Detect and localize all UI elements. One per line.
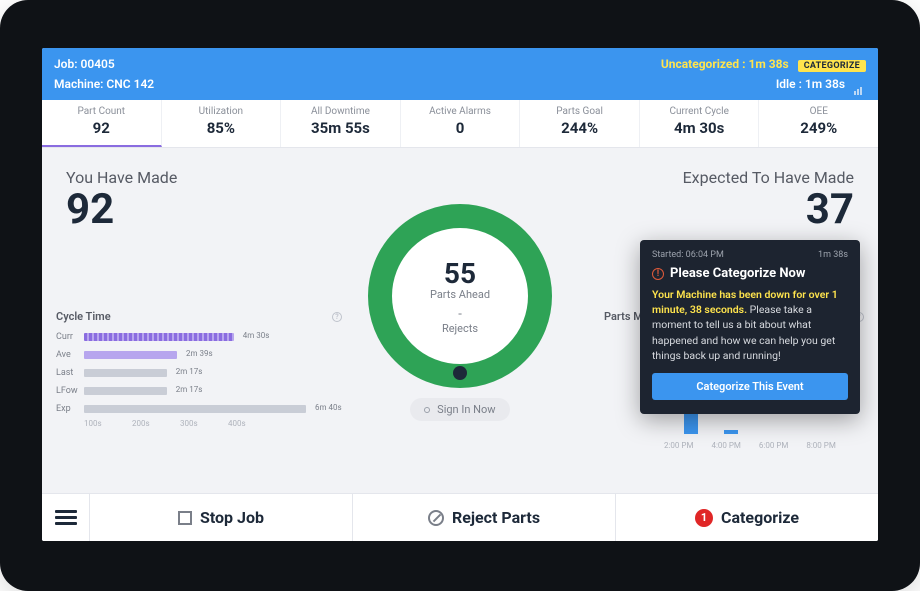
metric-value: 249% [759,119,878,137]
ring-handle-icon [453,366,467,380]
machine-label: Machine: CNC 142 [54,77,154,91]
progress-ring: 55 Parts Ahead - Rejects [368,204,552,388]
idle-label: Idle : [776,77,802,91]
app-screen: Job: 00405 Uncategorized : 1m 38s CATEGO… [42,48,878,541]
popup-title: Please Categorize Now [670,266,805,281]
you-have-made: You Have Made 92 [66,168,177,234]
progress-ring-wrap: 55 Parts Ahead - Rejects Sign In Now [366,204,554,421]
metric-parts-goal[interactable]: Parts Goal 244% [520,100,640,147]
parts-ahead-value: 55 [444,257,476,290]
categorize-popup: Started: 06:04 PM 1m 38s ! Please Catego… [640,240,860,414]
metric-value: 92 [42,119,161,137]
metric-value: 244% [520,119,639,137]
metric-value: 0 [401,119,520,137]
cycle-time-row: Last2m 17s [56,365,342,381]
metric-value: 35m 55s [281,119,400,137]
stop-job-button[interactable]: Stop Job [90,494,353,541]
metric-oee[interactable]: OEE 249% [759,100,878,147]
expected-value: 37 [683,185,854,234]
expected-to-have-made: Expected To Have Made 37 [683,168,854,234]
cycle-time-row: Exp6m 40s [56,401,342,417]
reject-icon [428,510,444,526]
metric-part-count[interactable]: Part Count 92 [42,100,162,147]
popup-started: Started: 06:04 PM [652,250,724,260]
bottom-bar: Stop Job Reject Parts 1 Categorize [42,493,878,541]
stop-job-label: Stop Job [200,508,264,527]
cycle-time-panel: Cycle Time ? Curr4m 30s Ave2m 39s Last2m 1… [56,310,342,428]
metric-label: Parts Goal [520,106,639,117]
idle-status: Idle : 1m 38s [776,77,866,91]
popup-body: Your Machine has been down for over 1 mi… [652,287,848,363]
metric-active-alarms[interactable]: Active Alarms 0 [401,100,521,147]
alert-icon: ! [652,268,664,280]
metric-current-cycle[interactable]: Current Cycle 4m 30s [640,100,760,147]
header-bar: Job: 00405 Uncategorized : 1m 38s CATEGO… [42,48,878,100]
metric-value: 85% [162,119,281,137]
idle-time: 1m 38s [805,77,845,91]
main-area: You Have Made 92 Expected To Have Made 3… [42,148,878,476]
popup-duration: 1m 38s [818,250,848,260]
cycle-time-title: Cycle Time [56,310,111,323]
metric-label: Part Count [42,106,161,117]
sign-in-button[interactable]: Sign In Now [410,398,509,421]
help-icon[interactable]: ? [332,312,342,322]
you-have-made-value: 92 [66,185,177,234]
menu-button[interactable] [42,494,90,541]
categorize-count-badge: 1 [695,509,713,527]
categorize-badge[interactable]: CATEGORIZE [798,60,866,72]
uncategorized-status[interactable]: Uncategorized : 1m 38s CATEGORIZE [661,57,866,71]
cycle-time-row: Curr4m 30s [56,329,342,345]
metric-label: Active Alarms [401,106,520,117]
parts-made-bar [724,430,738,434]
reject-parts-button[interactable]: Reject Parts [353,494,616,541]
metric-utilization[interactable]: Utilization 85% [162,100,282,147]
metric-label: OEE [759,106,878,117]
uncategorized-label: Uncategorized : [661,57,746,71]
rejects-label: Rejects [442,322,478,335]
metric-label: Current Cycle [640,106,759,117]
signal-icon [854,81,866,89]
categorize-label: Categorize [721,508,799,527]
categorize-button[interactable]: 1 Categorize [616,494,878,541]
parts-ahead-label: Parts Ahead [430,288,490,301]
metric-value: 4m 30s [640,119,759,137]
metric-label: All Downtime [281,106,400,117]
cycle-time-row: LFow2m 17s [56,383,342,399]
sign-in-label: Sign In Now [437,403,495,416]
metrics-strip: Part Count 92Utilization 85%All Downtime 35… [42,100,878,148]
categorize-event-button[interactable]: Categorize This Event [652,373,848,400]
rejects-value: - [458,307,462,322]
job-label: Job: 00405 [54,57,115,71]
reject-parts-label: Reject Parts [452,508,540,527]
uncategorized-time: 1m 38s [749,57,789,71]
signin-dot-icon [424,407,430,413]
tablet-frame: Job: 00405 Uncategorized : 1m 38s CATEGO… [0,0,920,591]
metric-label: Utilization [162,106,281,117]
metric-all-downtime[interactable]: All Downtime 35m 55s [281,100,401,147]
stop-icon [178,511,192,525]
cycle-time-row: Ave2m 39s [56,347,342,363]
